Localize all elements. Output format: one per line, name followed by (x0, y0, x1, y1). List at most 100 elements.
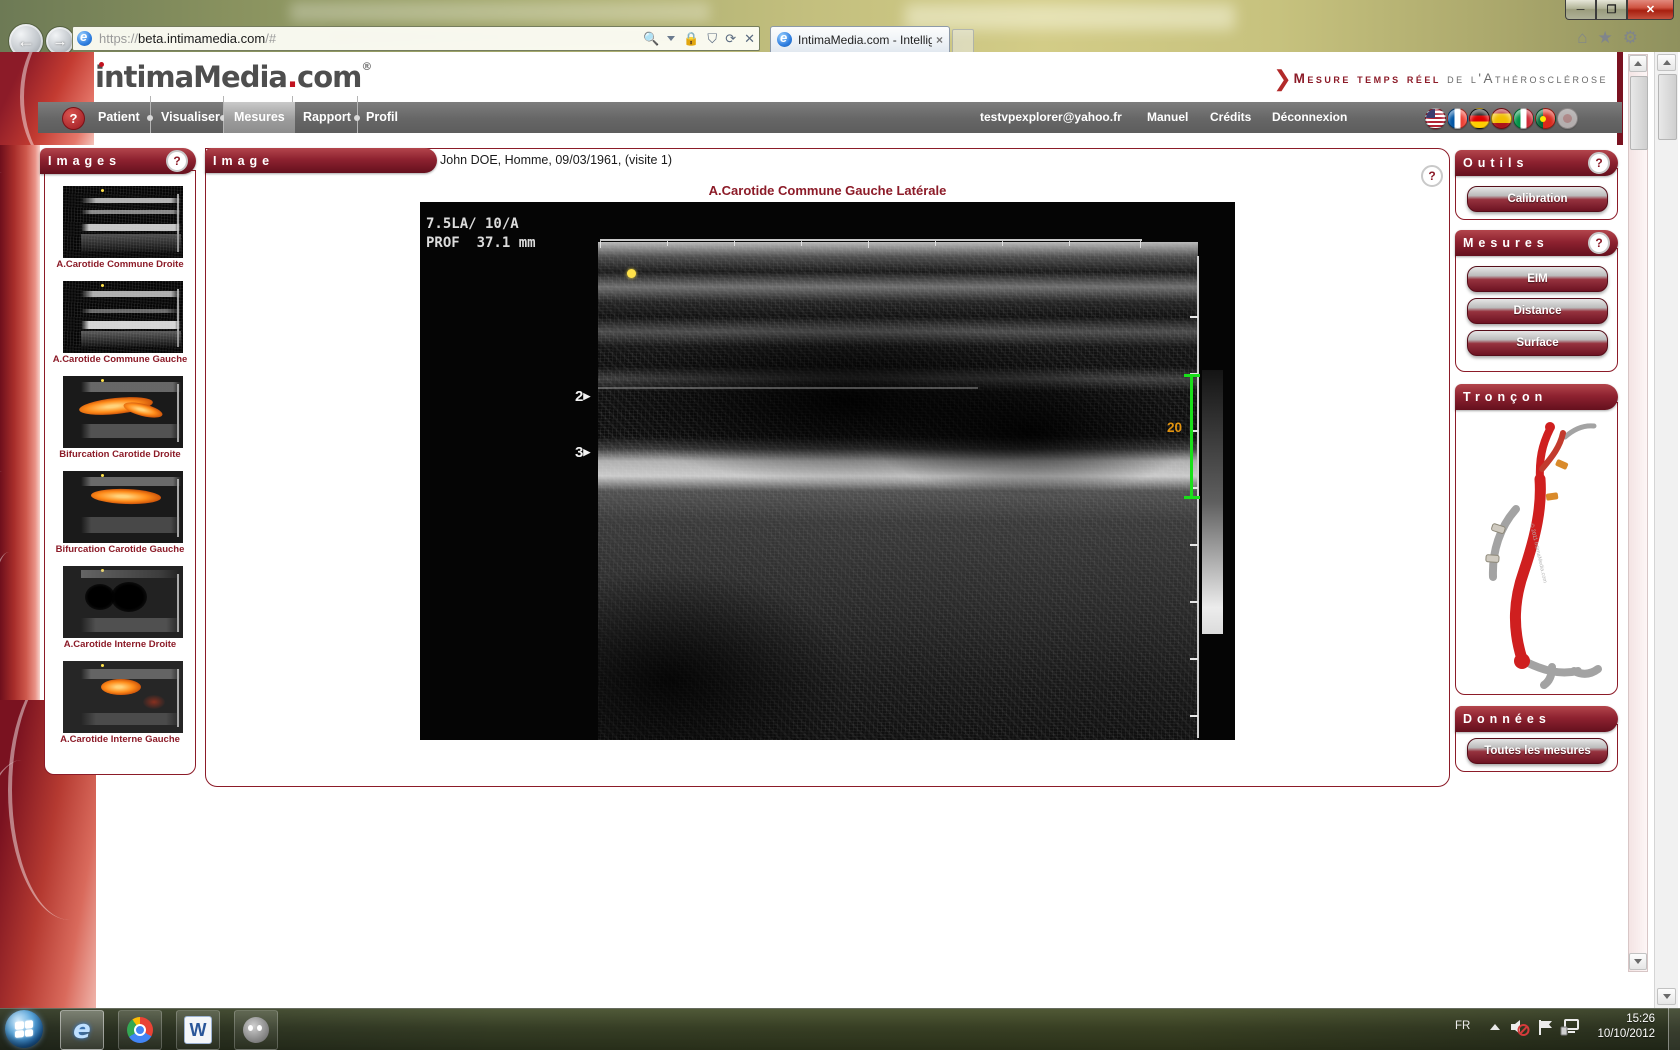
nav-item-rapport[interactable]: Rapport (303, 102, 351, 133)
images-panel-title: Images (48, 154, 121, 168)
image-panel-header: Image (205, 148, 437, 173)
refresh-icon[interactable]: ⟳ (725, 31, 736, 47)
thumbnail-bifurcation-droite[interactable] (63, 376, 183, 448)
restore-button[interactable]: ❐ (1596, 0, 1627, 20)
thumbnail-carotide-commune-droite[interactable] (63, 186, 183, 258)
measure-bracket (1190, 374, 1193, 499)
arrow-right-icon: ▶ (583, 391, 590, 401)
scrollbar-thumb[interactable] (1630, 76, 1648, 150)
nav-item-profil[interactable]: Profil (366, 102, 398, 133)
fr-flag-icon[interactable] (1447, 108, 1468, 129)
scrollbar-thumb[interactable] (1658, 74, 1677, 140)
es-flag-icon[interactable] (1491, 108, 1512, 129)
yellow-marker-dot (627, 269, 636, 278)
thumbnail-caption: Bifurcation Carotide Droite (45, 449, 195, 460)
tray-clock[interactable]: 15:26 10/10/2012 (1580, 1012, 1655, 1042)
nav-bullet (354, 115, 360, 121)
back-icon: ← (17, 31, 35, 52)
thumbnail-bifurcation-gauche[interactable] (63, 471, 183, 543)
scroll-down-button[interactable] (1657, 988, 1676, 1005)
page-scrollbar[interactable] (1628, 54, 1648, 972)
close-button[interactable]: ✕ (1627, 0, 1674, 20)
marker-2: 2▶ (575, 388, 590, 405)
nav-help-icon[interactable]: ? (62, 107, 85, 130)
show-hidden-icons[interactable] (1490, 1024, 1500, 1030)
bracket-label: 20 (1156, 420, 1182, 435)
depth-text: PROF 37.1 mm (426, 235, 536, 251)
marker-3: 3▶ (575, 444, 590, 461)
forward-icon: → (53, 33, 68, 50)
outils-help-icon[interactable]: ? (1588, 152, 1610, 174)
us-flag-icon[interactable] (1425, 108, 1446, 129)
taskbar-word-icon[interactable]: W (176, 1010, 220, 1050)
mesures-panel-title: Mesures (1463, 236, 1549, 250)
screen: ─ ❐ ✕ ← → https://beta.intimamedia.com/#… (0, 0, 1680, 1050)
thumbnail-caption: A.Carotide Interne Gauche (45, 734, 195, 745)
compatibility-view-icon[interactable]: ⛉ (707, 31, 717, 47)
thumbnail-interne-droite[interactable] (63, 566, 183, 638)
window-scrollbar[interactable] (1654, 52, 1678, 1008)
troncon-panel-body: © 2011 IntimaMedia.com (1455, 402, 1618, 695)
close-tab-icon[interactable]: × (936, 33, 943, 47)
nav-item-visualiser[interactable]: Visualiser (161, 102, 220, 133)
search-icon[interactable]: 🔍 (643, 31, 659, 47)
thumbnail-caption: Bifurcation Carotide Gauche (45, 544, 195, 555)
toutes-les-mesures-button[interactable]: Toutes les mesures (1467, 738, 1608, 764)
scroll-up-button[interactable] (1657, 54, 1676, 71)
distance-button[interactable]: Distance (1467, 298, 1608, 324)
thumbnail-carotide-commune-gauche[interactable] (63, 281, 183, 353)
ultrasound-tissue (598, 242, 1198, 740)
home-icon[interactable]: ⌂ (1577, 28, 1587, 48)
tab-favicon (777, 32, 792, 47)
tray-language-indicator[interactable]: FR (1455, 1020, 1470, 1032)
chevron-icon: ❯ (1273, 66, 1291, 91)
measure-bracket (1184, 496, 1200, 499)
tab-title: IntimaMedia.com - Intellig... (798, 33, 932, 47)
stop-icon[interactable]: ✕ (744, 31, 755, 47)
new-tab-button[interactable] (952, 29, 974, 53)
taskbar-gimp-icon[interactable] (234, 1010, 278, 1050)
site-favicon (77, 31, 92, 46)
donnees-panel-title: Données (1463, 712, 1551, 726)
image-help-icon[interactable]: ? (1421, 165, 1443, 187)
volume-muted-icon[interactable] (1510, 1018, 1530, 1041)
url-text[interactable]: https://beta.intimamedia.com/# (99, 31, 643, 46)
lock-icon: 🔒 (683, 31, 699, 47)
scroll-down-button[interactable] (1629, 953, 1647, 970)
favorites-star-icon[interactable]: ★ (1598, 28, 1613, 48)
network-icon[interactable] (1560, 1018, 1582, 1041)
ultrasound-image[interactable]: 7.5LA/ 10/A PROF 37.1 mm 2▶ 3▶ 20 (420, 202, 1235, 740)
action-center-flag-icon[interactable] (1537, 1018, 1555, 1041)
taskbar-chrome-icon[interactable] (118, 1010, 162, 1050)
address-bar[interactable]: https://beta.intimamedia.com/# 🔍 🔒 ⛉ ⟳ ✕ (72, 26, 760, 51)
troncon-panel-title: Tronçon (1463, 390, 1547, 404)
mesures-panel-header: Mesures ? (1455, 230, 1618, 256)
browser-tab[interactable]: IntimaMedia.com - Intellig... × (770, 26, 950, 52)
it-flag-icon[interactable] (1513, 108, 1534, 129)
settings-gear-icon[interactable]: ⚙ (1623, 28, 1638, 48)
nav-link-manuel[interactable]: Manuel (1147, 102, 1188, 133)
site-logo[interactable]: intimaMedia.com® (95, 60, 371, 94)
de-flag-icon[interactable] (1469, 108, 1490, 129)
calibration-button[interactable]: Calibration (1467, 186, 1608, 212)
eim-button[interactable]: EIM (1467, 266, 1608, 292)
nav-link-deconnexion[interactable]: Déconnexion (1272, 102, 1347, 133)
minimize-button[interactable]: ─ (1565, 0, 1596, 20)
scroll-up-button[interactable] (1629, 55, 1647, 72)
nav-item-patient[interactable]: Patient (98, 102, 140, 133)
clock-date: 10/10/2012 (1580, 1027, 1655, 1042)
window-controls: ─ ❐ ✕ (1565, 0, 1674, 19)
nav-link-credits[interactable]: Crédits (1210, 102, 1251, 133)
start-button[interactable] (5, 1010, 43, 1048)
logo-red-dot (99, 62, 104, 67)
images-help-icon[interactable]: ? (166, 150, 188, 172)
show-desktop-button[interactable] (1668, 1008, 1680, 1050)
search-dropdown-icon[interactable] (667, 36, 675, 41)
intima-line (598, 387, 978, 389)
surface-button[interactable]: Surface (1467, 330, 1608, 356)
nav-item-mesures[interactable]: Mesures (224, 102, 295, 133)
mesures-help-icon[interactable]: ? (1588, 232, 1610, 254)
taskbar-ie-icon[interactable]: e (60, 1010, 104, 1050)
pt-flag-icon[interactable] (1535, 108, 1556, 129)
thumbnail-interne-gauche[interactable] (63, 661, 183, 733)
